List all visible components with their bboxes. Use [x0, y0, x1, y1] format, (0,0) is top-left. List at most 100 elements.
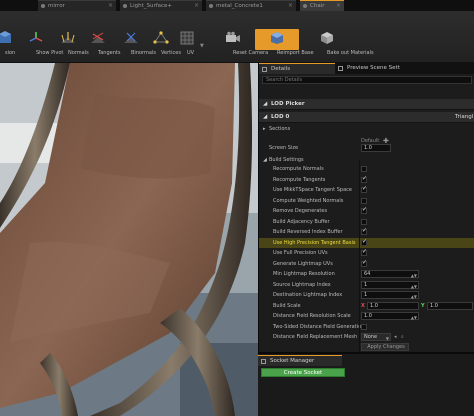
destination-lightmap-index-field[interactable]: 1 ▲▼	[361, 291, 419, 299]
static-mesh-icon	[303, 4, 307, 8]
toolbar-button-bake-out-materials[interactable]: Bake out Materials	[302, 31, 374, 56]
build-scale-x-field[interactable]: 1.0	[367, 301, 419, 310]
tab-label: Preview Scene Sett	[347, 65, 400, 71]
sections-row[interactable]: ▸ Sections	[259, 124, 474, 135]
toolbar-button-tangents[interactable]: Tangents	[84, 31, 120, 56]
toolbar-label: Tangents	[98, 50, 121, 56]
two-sided-distance-field-checkbox[interactable]	[361, 323, 367, 330]
full-precision-uvs-label: Use Full Precision UVs	[273, 250, 328, 256]
field-value: 64	[364, 271, 371, 277]
field-value: 1	[364, 281, 368, 288]
document-tab-bar: mirror × Light_Surface+ × metal_Concrete…	[0, 0, 474, 11]
adjacency-buffer-label: Build Adjacency Buffer	[273, 218, 330, 225]
screen-size-row: Screen Size 1.0	[259, 143, 474, 154]
toolbar-button-tangent-display[interactable]: sion	[0, 31, 15, 56]
distance-field-resolution-field[interactable]: 1.0 ▲▼	[361, 312, 419, 320]
tab-preview-scene-settings[interactable]: Preview Scene Sett	[335, 63, 415, 74]
destination-lightmap-index-row: Destination Lightmap Index 1 ▲▼	[259, 290, 474, 301]
chevron-down-icon: ▼	[385, 336, 389, 341]
tab-label: mirror	[48, 3, 65, 9]
reversed-index-checkbox[interactable]	[361, 227, 367, 235]
recompute-normals-row: Recompute Normals	[259, 164, 474, 175]
source-lightmap-index-row: Source Lightmap Index 1 ▲▼	[259, 280, 474, 291]
replacement-mesh-row: Distance Field Replacement Mesh None ▼ ◂…	[259, 332, 474, 343]
details-tab-bar: Details Preview Scene Sett	[259, 63, 474, 74]
full-precision-uvs-checkbox[interactable]	[361, 248, 367, 256]
search-details-input[interactable]: Search Details	[262, 76, 472, 84]
distance-field-resolution-row: Distance Field Resolution Scale 1.0 ▲▼	[259, 311, 474, 322]
search-icon[interactable]: ⌕	[401, 332, 404, 342]
build-scale-label: Build Scale	[273, 302, 301, 309]
spinner-icon[interactable]: ▲▼	[411, 314, 417, 321]
browse-icon[interactable]: ◂	[394, 332, 397, 342]
triangles-label: Triangl	[455, 114, 474, 120]
recompute-tangents-label: Recompute Tangents	[273, 176, 326, 183]
min-lightmap-resolution-field[interactable]: 64 ▲▼	[361, 270, 419, 278]
tab-mirror[interactable]: mirror ×	[38, 0, 116, 11]
generate-lightmap-uvs-checkbox[interactable]	[361, 259, 367, 267]
adjacency-buffer-checkbox[interactable]	[361, 218, 367, 225]
close-icon[interactable]: ×	[108, 1, 113, 11]
mikktspace-checkbox[interactable]	[361, 185, 367, 193]
sections-label: Sections	[269, 126, 291, 132]
lod-picker-header[interactable]: ◢ LOD Picker	[259, 99, 474, 110]
toolbar-label: Show Pivot	[36, 50, 64, 56]
tab-metal-concrete[interactable]: metal_Concrete1 ×	[206, 0, 296, 11]
vertices-icon	[153, 31, 169, 44]
toolbar-button-binormals[interactable]: Binormals	[115, 31, 156, 56]
toolbar-label: Vertices	[161, 50, 181, 56]
replacement-mesh-dropdown[interactable]: None ▼	[361, 333, 391, 341]
tab-label: metal_Concrete1	[216, 3, 263, 9]
remove-degenerates-checkbox[interactable]	[361, 206, 367, 214]
toolbar-button-vertices[interactable]: Vertices	[149, 31, 181, 56]
expand-arrow-icon: ◢	[263, 114, 268, 120]
settings-icon	[338, 66, 343, 71]
high-precision-tangent-checkbox[interactable]	[361, 238, 367, 246]
toolbar-button-reimport-base[interactable]: Reimport Base	[255, 29, 314, 56]
recompute-tangents-checkbox[interactable]	[361, 175, 367, 183]
close-icon[interactable]: ×	[336, 1, 341, 11]
tab-chair[interactable]: Chair ×	[300, 0, 344, 11]
toolbar-button-uv[interactable]: UV	[176, 31, 198, 56]
two-sided-distance-field-label: Two-Sided Distance Field Generation	[273, 323, 365, 330]
create-socket-button[interactable]: Create Socket	[261, 368, 345, 377]
asset-icon	[209, 4, 213, 8]
toolbar-button-show-pivot[interactable]: Show Pivot	[20, 31, 63, 56]
tab-label: Light_Surface+	[130, 3, 173, 9]
apply-changes-button[interactable]: Apply Changes	[361, 343, 409, 351]
mikktspace-row: Use MikkTSpace Tangent Space	[259, 185, 474, 196]
mesh-viewport[interactable]	[0, 63, 258, 416]
chevron-down-icon[interactable]: ▼	[200, 43, 204, 49]
toolbar-button-normals[interactable]: Normals	[56, 31, 89, 56]
spinner-icon[interactable]: ▲▼	[411, 293, 417, 300]
weighted-normals-label: Compute Weighted Normals	[273, 197, 344, 204]
socket-icon	[261, 359, 266, 364]
field-value: 1.0	[364, 313, 372, 319]
close-icon[interactable]: ×	[288, 1, 293, 11]
editor-toolbar: sion Show Pivot Normals Tangents Binorma…	[0, 11, 474, 63]
normals-icon	[61, 32, 75, 43]
tab-details[interactable]: Details	[259, 63, 335, 74]
source-lightmap-index-field[interactable]: 1 ▲▼	[361, 280, 419, 290]
weighted-normals-checkbox[interactable]	[361, 197, 367, 204]
build-scale-y-field[interactable]: 1.0	[427, 301, 473, 310]
tab-socket-manager[interactable]: Socket Manager	[258, 355, 342, 366]
recompute-normals-checkbox[interactable]	[361, 166, 367, 172]
toolbar-label: Binormals	[131, 50, 156, 56]
spinner-icon[interactable]: ▲▼	[411, 283, 417, 290]
close-icon[interactable]: ×	[194, 1, 199, 11]
remove-degenerates-label: Remove Degenerates	[273, 208, 328, 214]
high-precision-tangent-row: Use High Precision Tangent Basis	[259, 237, 474, 248]
section-title: LOD Picker	[271, 101, 305, 107]
tangent-display-icon	[0, 31, 11, 43]
adjacency-buffer-row: Build Adjacency Buffer	[259, 217, 474, 228]
screen-size-label: Screen Size	[269, 145, 299, 151]
generate-lightmap-uvs-row: Generate Lightmap UVs	[259, 259, 474, 270]
tab-label: Socket Manager	[270, 358, 315, 364]
tab-light-surface[interactable]: Light_Surface+ ×	[120, 0, 202, 11]
lod0-header[interactable]: ◢ LOD 0 Triangl	[259, 112, 474, 123]
screen-size-field[interactable]: 1.0	[361, 144, 391, 152]
toolbar-button-reset-camera[interactable]: Reset Camera	[214, 31, 268, 56]
spinner-icon[interactable]: ▲▼	[411, 272, 417, 279]
high-precision-tangent-label: Use High Precision Tangent Basis	[273, 239, 356, 246]
